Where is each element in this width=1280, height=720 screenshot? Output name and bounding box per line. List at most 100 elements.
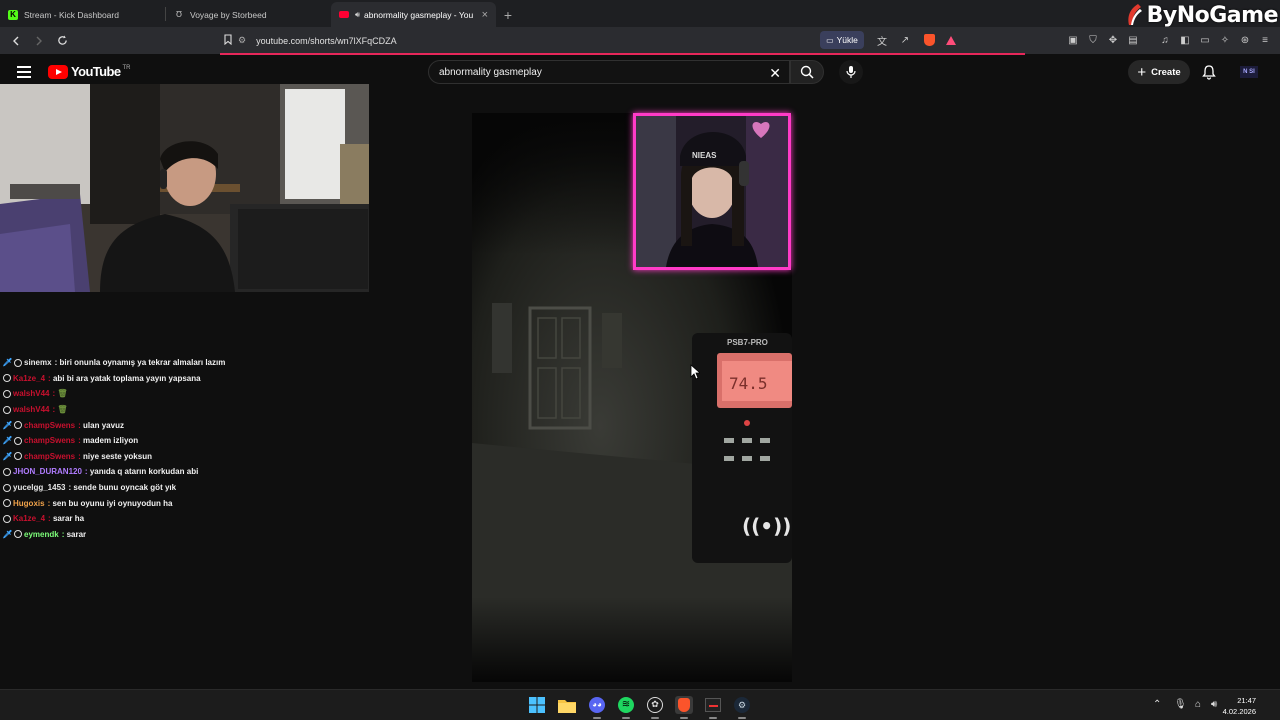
vpn-icon[interactable]: ⊛ xyxy=(1238,33,1252,47)
media-icon[interactable]: ♫ xyxy=(1158,33,1172,47)
leo-ai-icon[interactable]: ✧ xyxy=(1218,33,1232,47)
spotify-icon[interactable]: ≋ xyxy=(617,696,635,719)
sword-badge-icon: 🗡︎ xyxy=(2,529,13,539)
new-tab-button[interactable]: + xyxy=(496,2,520,27)
brave-rewards-icon[interactable] xyxy=(944,33,958,47)
youtube-play-icon xyxy=(48,64,68,79)
chat-username: sinemx xyxy=(24,358,52,368)
chat-username: yucelgg_1453 xyxy=(13,483,66,493)
wallet-card-icon[interactable]: ▭ xyxy=(1198,33,1212,47)
extensions-icon[interactable]: ✥ xyxy=(1106,33,1120,47)
share-icon[interactable]: ↗ xyxy=(898,33,912,47)
voice-search-button[interactable] xyxy=(839,60,863,84)
chat-username: walshV44 xyxy=(13,389,50,399)
shield-icon[interactable]: ⛉ xyxy=(1086,33,1100,47)
chatgpt-icon[interactable]: ✿ xyxy=(646,696,664,719)
install-label: Yükle xyxy=(836,35,858,45)
tab-youtube-short[interactable]: 🔊︎ abnormality gasmeplay - You × xyxy=(331,2,496,27)
notifications-bell-icon[interactable] xyxy=(1201,64,1217,80)
chat-message: Hugoxis: sen bu oyunu iyi oynuyodun ha xyxy=(3,495,363,511)
verified-ring-badge-icon xyxy=(3,389,11,398)
tab-title: Stream - Kick Dashboard xyxy=(24,9,119,20)
discord-icon[interactable]: ◕◕ xyxy=(588,696,606,719)
trash-emote-icon: 🗑 xyxy=(57,405,68,415)
verified-ring-badge-icon xyxy=(3,514,11,523)
tab-voyage-storbeed[interactable]: Ʊ Voyage by Storbeed xyxy=(166,2,331,27)
address-bar-row: ⚙︎ youtube.com/shorts/wn7lXFqCDZA ▭ Yükl… xyxy=(0,27,1280,54)
search-button[interactable] xyxy=(790,60,824,84)
reload-icon[interactable] xyxy=(52,31,72,51)
forward-icon[interactable] xyxy=(29,31,49,51)
chat-message: yucelgg_1453: sende bunu oyncak göt yık xyxy=(3,480,363,496)
obs-icon[interactable] xyxy=(704,696,722,719)
chat-text: abi bi ara yatak toplama yayın yapsana xyxy=(52,373,201,383)
bynogame-wordmark: ByNoGame xyxy=(1146,2,1279,28)
menu-icon[interactable]: ≡ xyxy=(1258,33,1272,47)
hamburger-menu-icon[interactable] xyxy=(17,66,31,78)
sword-badge-icon: 🗡︎ xyxy=(2,358,13,368)
site-info-icon[interactable]: ⚙︎ xyxy=(238,35,246,46)
bynogame-logo: ByNoGame xyxy=(1125,0,1279,30)
verified-ring-badge-icon xyxy=(3,499,11,508)
verified-ring-badge-icon xyxy=(3,374,11,383)
steam-icon[interactable]: ⚙︎ xyxy=(733,696,751,719)
sidebar-icon[interactable]: ◧ xyxy=(1178,33,1192,47)
install-icon: ▭ xyxy=(826,35,834,45)
page-load-progress xyxy=(220,53,1025,55)
region-code: TR xyxy=(122,64,131,71)
brave-shields-icon[interactable] xyxy=(922,33,936,47)
network-icon[interactable]: ⌂ xyxy=(1195,699,1201,710)
chat-message: 🗡︎ champSwens: ulan yavuz xyxy=(2,420,124,430)
chat-message: 🗡︎ sinemx: biri onunla oynamış ya tekrar… xyxy=(2,358,226,368)
chat-text: sen bu oyunu iyi oynuyodun ha xyxy=(52,498,173,508)
system-clock[interactable]: 21:47 4.02.2026 xyxy=(1223,695,1256,717)
file-explorer-icon[interactable] xyxy=(558,696,576,714)
brave-browser-icon[interactable] xyxy=(675,696,693,719)
picture-in-picture-icon[interactable]: ▣ xyxy=(1066,33,1080,47)
volume-icon[interactable]: 🔊︎ xyxy=(1211,699,1217,710)
translate-icon[interactable]: 文 xyxy=(875,33,889,48)
show-hidden-icons-icon[interactable]: ⌃ xyxy=(1153,699,1161,710)
chat-message: Ka1ze_4: abi bi ara yatak toplama yayın … xyxy=(3,371,363,387)
chat-username: eymendk xyxy=(24,529,59,539)
create-label: Create xyxy=(1151,66,1181,78)
chat-message: 🗡︎ eymendk: sarar xyxy=(2,529,87,539)
wallet-icon[interactable]: ▤ xyxy=(1126,33,1140,47)
svg-text:NIEAS: NIEAS xyxy=(692,151,717,160)
account-avatar[interactable]: N SI xyxy=(1240,66,1258,78)
chat-text: sarar ha xyxy=(52,514,85,524)
windows-taskbar: ◕◕ ≋ ✿ ⚙︎ ⌃ 🎙︎ ⌂ 🔊︎ 21:47 4.02.2026 xyxy=(0,689,1280,720)
sword-badge-icon: 🗡︎ xyxy=(2,436,13,446)
microphone-icon xyxy=(846,66,856,78)
clock-date: 4.02.2026 xyxy=(1222,707,1256,716)
back-icon[interactable] xyxy=(6,31,26,51)
tab-kick-dashboard[interactable]: K Stream - Kick Dashboard xyxy=(0,2,165,27)
sword-badge-icon: 🗡︎ xyxy=(2,451,13,461)
speaker-icon[interactable]: 🔊︎ xyxy=(355,10,360,20)
install-app-button[interactable]: ▭ Yükle xyxy=(820,31,864,49)
youtube-icon xyxy=(339,11,349,18)
chat-message: 🗡︎ champSwens: niye seste yoksun xyxy=(2,451,152,461)
trash-emote-icon: 🗑 xyxy=(57,389,68,399)
kick-icon: K xyxy=(8,9,18,20)
search-icon xyxy=(800,65,814,79)
create-button[interactable]: + Create xyxy=(1128,60,1190,84)
chat-username: champSwens xyxy=(24,451,76,461)
close-tab-icon[interactable]: × xyxy=(482,9,488,21)
microphone-tray-icon[interactable]: 🎙︎ xyxy=(1174,699,1187,710)
youtube-logo[interactable]: YouTube TR xyxy=(48,64,130,79)
verified-ring-badge-icon xyxy=(3,405,11,414)
clear-search-icon[interactable]: ✕ xyxy=(769,65,781,82)
verified-ring-badge-icon xyxy=(14,452,22,461)
chat-message: walshV44: 🗑 xyxy=(3,386,363,402)
mouse-cursor-icon xyxy=(690,364,700,380)
chat-username: JHON_DURAN120 xyxy=(13,467,82,477)
search-input[interactable]: abnormality gasmeplay ✕ xyxy=(428,60,790,84)
chat-text: biri onunla oynamış ya tekrar almaları l… xyxy=(59,358,226,368)
bookmark-icon[interactable] xyxy=(224,33,232,48)
facecam-image: NIEAS xyxy=(636,116,788,267)
verified-ring-badge-icon xyxy=(3,483,11,492)
windows-start-icon[interactable] xyxy=(528,696,546,714)
chat-message: walshV44: 🗑 xyxy=(3,402,363,418)
stream-chat: 🗡︎ sinemx: biri onunla oynamış ya tekrar… xyxy=(2,355,363,542)
